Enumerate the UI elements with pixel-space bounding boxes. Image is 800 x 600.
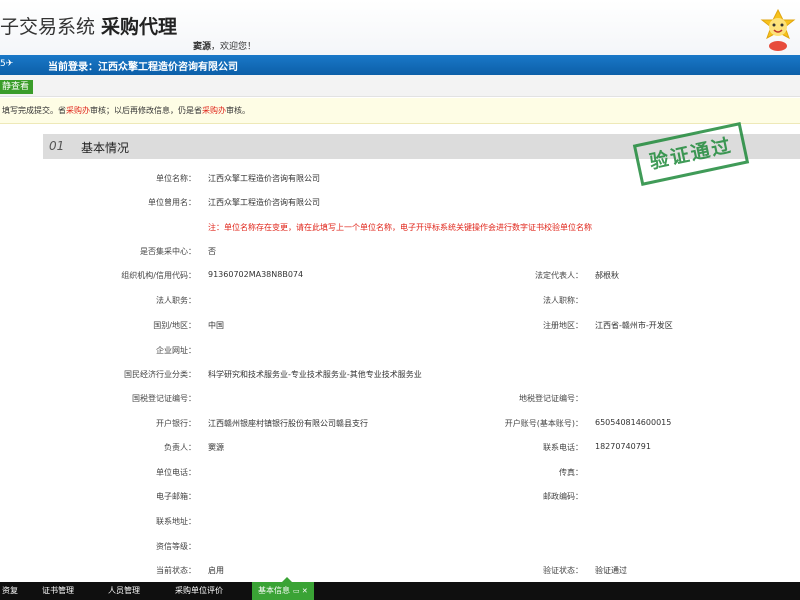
field-label: 法人职称： xyxy=(543,296,583,305)
user-name: 窦源 xyxy=(193,42,212,52)
field-label: 注册地区： xyxy=(543,321,583,330)
field-label: 电子邮箱： xyxy=(156,492,196,501)
toolbar: 静查看 xyxy=(0,75,800,97)
notice-part-3: 审核。 xyxy=(226,106,250,115)
notice-red-2: 采购办 xyxy=(202,106,226,115)
view-button[interactable]: 静查看 xyxy=(0,80,34,94)
field-label: 资信等级： xyxy=(156,542,196,551)
field-value: 验证通过 xyxy=(595,566,627,575)
field-label: 单位名称： xyxy=(156,174,196,183)
app-subtitle: 采购代理 xyxy=(101,16,178,38)
field-label: 联系电话： xyxy=(543,443,583,452)
field-label: 开户账号(基本账号)： xyxy=(504,419,583,428)
notice-part-1: 填写完成提交。省 xyxy=(2,106,66,115)
current-login: 当前登录：江西众擎工程造价咨询有限公司 xyxy=(48,58,238,73)
field-label: 验证状态： xyxy=(543,566,583,575)
field-value: 否 xyxy=(208,247,216,256)
login-company: 江西众擎工程造价咨询有限公司 xyxy=(98,62,238,73)
field-label: 单位电话： xyxy=(156,468,196,477)
tab-personnel-management[interactable]: 人员管理 xyxy=(108,582,140,600)
field-value: 18270740791 xyxy=(595,442,651,451)
field-value: 江西省-赣州市-开发区 xyxy=(595,321,673,330)
tab-item[interactable]: 资复 xyxy=(2,582,18,600)
field-value: 中国 xyxy=(208,321,224,330)
field-value: 窦源 xyxy=(208,443,224,452)
tab-purchaser-evaluation[interactable]: 采购单位评价 xyxy=(175,582,223,600)
field-value: 郝根秋 xyxy=(595,271,619,280)
field-label: 法定代表人： xyxy=(535,271,583,280)
field-label: 开户银行： xyxy=(156,419,196,428)
field-label: 传真： xyxy=(559,468,583,477)
field-label: 企业网址： xyxy=(156,346,196,355)
field-value: 启用 xyxy=(208,566,224,575)
field-value: 江西众擎工程造价咨询有限公司 xyxy=(208,174,320,183)
notice-red-1: 采购办 xyxy=(66,106,90,115)
field-label: 地税登记证编号： xyxy=(519,394,583,403)
tab-window-controls-icon[interactable]: ▭ ✕ xyxy=(293,587,308,595)
field-label: 国别/地区： xyxy=(153,321,196,330)
tab-certificate-management[interactable]: 证书管理 xyxy=(42,582,74,600)
nav-stub[interactable]: 5✈ xyxy=(0,59,13,69)
field-value: 江西赣州银座村镇银行股份有限公司赣县支行 xyxy=(208,419,368,428)
login-label: 当前登录： xyxy=(48,62,98,73)
login-bar: 5✈ 当前登录：江西众擎工程造价咨询有限公司 xyxy=(0,55,800,75)
welcome-text: ，欢迎您！ xyxy=(211,42,257,52)
field-value: 江西众擎工程造价咨询有限公司 xyxy=(208,198,320,207)
app-title-text: 子交易系统 xyxy=(0,16,96,38)
name-change-warning: 注：单位名称存在变更，请在此填写上一个单位名称，电子开评标系统关键操作会进行数字… xyxy=(208,223,592,232)
field-label: 邮政编码： xyxy=(543,492,583,501)
field-label: 联系地址： xyxy=(156,517,196,526)
field-label: 单位曾用名： xyxy=(148,198,196,207)
notice-banner: 填写完成提交。省采购办审核；以后再修改信息，仍是省采购办审核。 xyxy=(0,98,800,124)
welcome-message: 窦源，欢迎您！ xyxy=(193,39,256,52)
field-label: 法人职务： xyxy=(156,296,196,305)
field-label: 当前状态： xyxy=(156,566,196,575)
field-value: 650540814600015 xyxy=(595,418,672,427)
field-label: 是否集采中心： xyxy=(140,247,196,256)
field-value: 科学研究和技术服务业-专业技术服务业-其他专业技术服务业 xyxy=(208,370,422,379)
app-header: 子交易系统 采购代理 窦源，欢迎您！ xyxy=(0,0,800,55)
mascot-icon xyxy=(760,8,796,51)
bottom-tab-bar: 资复 证书管理 人员管理 采购单位评价 基本信息 ▭ ✕ xyxy=(0,582,800,600)
field-label: 国税登记证编号： xyxy=(132,394,196,403)
field-label: 组织机构/信用代码： xyxy=(121,271,196,280)
section-number: 01 xyxy=(49,139,65,153)
field-value: 91360702MA38N8B074 xyxy=(208,270,304,279)
tab-basic-info-label: 基本信息 xyxy=(258,586,290,595)
verified-stamp: 验证通过 xyxy=(632,122,750,186)
section-title: 基本情况 xyxy=(81,141,130,155)
tab-basic-info[interactable]: 基本信息 ▭ ✕ xyxy=(252,582,314,600)
app-title: 子交易系统 采购代理 xyxy=(0,12,177,39)
notice-part-2: 审核；以后再修改信息，仍是省 xyxy=(90,106,202,115)
field-label: 负责人： xyxy=(164,443,196,452)
field-label: 国民经济行业分类： xyxy=(124,370,196,379)
